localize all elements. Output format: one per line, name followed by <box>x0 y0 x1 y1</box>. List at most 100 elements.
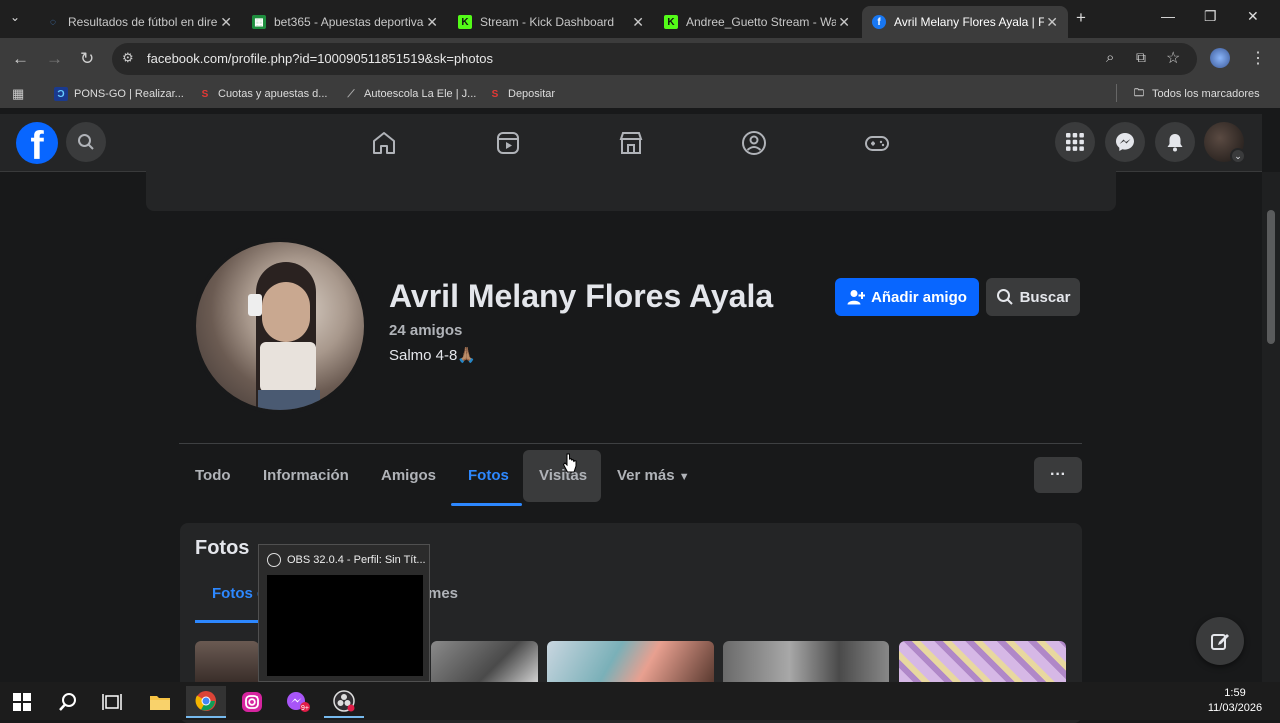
address-bar[interactable]: ⚙ facebook.com/profile.php?id=1000905118… <box>112 43 1197 75</box>
notifications-button[interactable] <box>1155 122 1195 162</box>
loading-icon: ◌ <box>50 16 56 28</box>
close-icon[interactable]: ✕ <box>220 14 232 31</box>
profile-search-button[interactable]: Buscar <box>986 278 1080 316</box>
browser-tab-1[interactable]: ◌ Resultados de fútbol en dire ✕ <box>36 6 242 38</box>
apps-grid-icon[interactable]: ▦ <box>12 86 24 102</box>
minimize-icon[interactable]: — <box>1161 8 1175 24</box>
close-icon[interactable]: ✕ <box>632 14 644 31</box>
more-dots-icon: ··· <box>1050 466 1066 483</box>
taskbar-search-icon[interactable] <box>48 686 88 718</box>
facebook-logo[interactable]: f <box>16 122 58 164</box>
tab-title: Andree_Guetto Stream - Wa <box>686 15 836 29</box>
messenger-taskbar-icon[interactable]: 9+ <box>278 686 318 718</box>
close-icon[interactable]: ✕ <box>838 14 850 31</box>
pons-icon: Ɔ <box>54 87 68 101</box>
obs-preview-thumbnail <box>267 575 423 676</box>
browser-tab-4[interactable]: K Andree_Guetto Stream - Wa ✕ <box>654 6 860 38</box>
marketplace-icon[interactable] <box>617 129 645 157</box>
home-icon[interactable] <box>370 129 398 157</box>
all-bookmarks-label: Todos los marcadores <box>1152 88 1260 100</box>
url-text: facebook.com/profile.php?id=100090511851… <box>147 51 493 66</box>
restore-icon[interactable]: ❐ <box>1204 8 1217 25</box>
groups-icon[interactable] <box>740 129 768 157</box>
photo-thumbnail[interactable] <box>195 641 259 682</box>
forward-arrow-icon[interactable]: → <box>46 49 63 69</box>
bookmark-depositar[interactable]: S Depositar <box>488 87 555 101</box>
obs-taskbar-icon[interactable] <box>324 686 364 718</box>
site-info-icon[interactable]: ⚙ <box>122 50 134 66</box>
close-icon[interactable]: ✕ <box>1046 14 1058 31</box>
photos-heading: Fotos <box>195 537 250 559</box>
tab-search-chevron-icon[interactable]: ⌄ <box>10 10 20 24</box>
search-button[interactable] <box>66 122 106 162</box>
bookmark-label: PONS-GO | Realizar... <box>74 88 184 100</box>
compose-icon <box>1211 634 1229 650</box>
photos-subtab-underline <box>195 620 265 623</box>
tab-todo[interactable]: Todo <box>195 467 231 484</box>
obs-taskbar-preview[interactable]: OBS 32.0.4 - Perfil: Sin Tít... <box>258 544 430 682</box>
tab-informacion[interactable]: Información <box>263 467 349 484</box>
profile-avatar-icon[interactable] <box>1210 48 1230 68</box>
bookmark-label: Cuotas y apuestas d... <box>218 88 328 100</box>
new-message-button[interactable] <box>1196 617 1244 665</box>
bookmark-star-icon[interactable]: ☆ <box>1166 48 1180 68</box>
add-person-icon <box>847 290 866 305</box>
tab-amigos[interactable]: Amigos <box>381 467 436 484</box>
active-tab-underline <box>451 503 522 506</box>
sportium-icon: S <box>491 88 499 100</box>
photos-subtab-albums[interactable]: mes <box>428 585 458 602</box>
new-tab-button[interactable]: + <box>1076 8 1086 28</box>
add-friend-button[interactable]: Añadir amigo <box>835 278 979 316</box>
bookmarks-bar: ▦ Ɔ PONS-GO | Realizar... S Cuotas y apu… <box>0 80 1280 108</box>
kick-icon: K <box>664 15 678 29</box>
all-bookmarks[interactable]: 🗀 Todos los marcadores <box>1132 87 1260 101</box>
instagram-icon[interactable] <box>232 686 272 718</box>
menu-button[interactable] <box>1055 122 1095 162</box>
file-explorer-icon[interactable] <box>140 686 180 718</box>
menu-kebab-icon[interactable]: ⋮ <box>1250 48 1266 68</box>
profile-picture[interactable] <box>192 238 368 414</box>
more-options-button[interactable]: ··· <box>1034 457 1082 493</box>
tab-fotos-active[interactable]: Fotos <box>468 467 509 484</box>
chrome-taskbar-icon[interactable] <box>186 686 226 718</box>
obs-preview-title: OBS 32.0.4 - Perfil: Sin Tít... <box>267 553 426 567</box>
reload-icon[interactable]: ↻ <box>80 49 94 69</box>
task-view-icon[interactable] <box>92 686 132 718</box>
bookmark-label: Depositar <box>508 88 556 100</box>
messenger-button[interactable] <box>1105 122 1145 162</box>
install-app-icon[interactable]: ⧉ <box>1136 49 1146 66</box>
tab-title: bet365 - Apuestas deportiva <box>274 15 424 29</box>
page-scrollbar[interactable] <box>1262 172 1280 682</box>
bookmark-autoescola[interactable]: ⟋ Autoescola La Ele | J... <box>344 87 477 101</box>
back-arrow-icon[interactable]: ← <box>12 49 29 69</box>
bookmark-pons[interactable]: Ɔ PONS-GO | Realizar... <box>54 87 184 101</box>
tab-ver-mas[interactable]: Ver más ▼ <box>617 467 690 484</box>
browser-tab-5-active[interactable]: f Avril Melany Flores Ayala | F ✕ <box>862 6 1068 38</box>
window-close-icon[interactable]: ✕ <box>1247 8 1259 25</box>
windows-start-icon[interactable] <box>2 686 42 718</box>
facebook-header: f ⌄ <box>0 114 1262 172</box>
facebook-icon: f <box>872 15 886 29</box>
browser-toolbar: ← → ↻ ⚙ facebook.com/profile.php?id=1000… <box>0 38 1280 80</box>
photo-thumbnail[interactable] <box>547 641 714 682</box>
video-icon[interactable] <box>494 129 522 157</box>
scrollbar-thumb[interactable] <box>1267 210 1275 344</box>
search-icon <box>996 289 1013 305</box>
browser-tab-2[interactable]: ▦ bet365 - Apuestas deportiva ✕ <box>242 6 448 38</box>
close-icon[interactable]: ✕ <box>426 14 438 31</box>
tab-title: Stream - Kick Dashboard <box>480 15 615 29</box>
bookmark-cuotas[interactable]: S Cuotas y apuestas d... <box>198 87 328 101</box>
photo-thumbnail[interactable] <box>723 641 889 682</box>
zoom-icon[interactable]: ⌕ <box>1106 49 1114 66</box>
friends-count[interactable]: 24 amigos <box>389 322 462 339</box>
add-friend-label: Añadir amigo <box>871 288 967 306</box>
chevron-down-icon[interactable]: ⌄ <box>1230 148 1246 164</box>
browser-tab-3[interactable]: K Stream - Kick Dashboard ✕ <box>448 6 654 38</box>
mouse-cursor-icon <box>563 453 577 473</box>
sheet-icon: ▦ <box>252 15 266 29</box>
gaming-icon[interactable] <box>863 129 891 157</box>
photo-thumbnail[interactable] <box>431 641 538 682</box>
photo-thumbnail[interactable] <box>899 641 1066 682</box>
profile-name: Avril Melany Flores Ayala <box>389 278 774 314</box>
system-clock[interactable]: 1:59 11/03/2026 <box>1200 686 1270 716</box>
